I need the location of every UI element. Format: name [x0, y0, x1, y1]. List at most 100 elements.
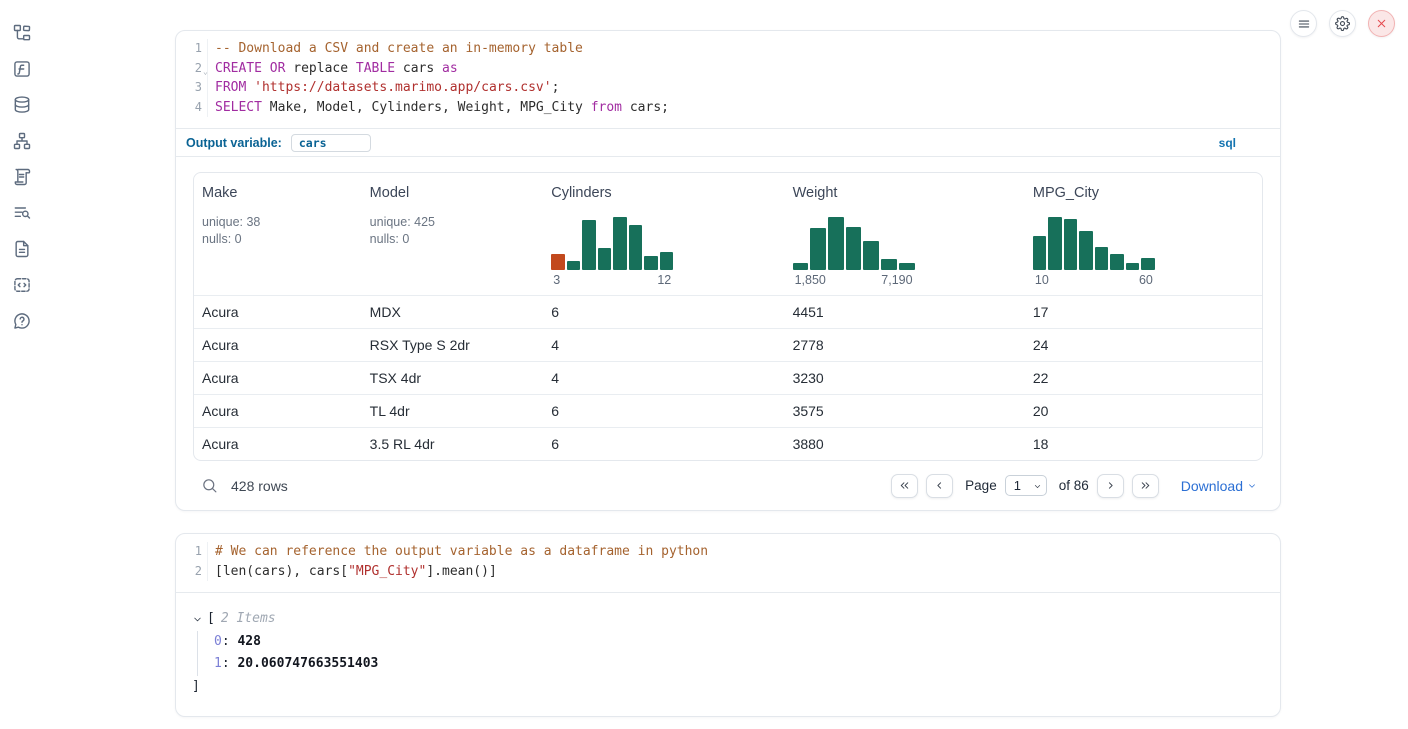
file-explorer-icon[interactable] — [10, 22, 34, 43]
output-variable-row: Output variable: sql — [176, 128, 1280, 157]
dependency-graph-icon[interactable] — [10, 130, 34, 151]
table-row[interactable]: AcuraMDX6445117 — [194, 295, 1262, 328]
documentation-icon[interactable] — [10, 238, 34, 259]
datasources-icon[interactable] — [10, 94, 34, 115]
table-cell: Acura — [194, 337, 362, 353]
first-page-button[interactable] — [891, 474, 918, 498]
histogram-max-label: 60 — [1139, 273, 1153, 287]
code-line: CREATE OR replace TABLE cars as — [215, 59, 1280, 79]
table-row[interactable]: AcuraTL 4dr6357520 — [194, 394, 1262, 427]
table-cell: 3575 — [785, 403, 1025, 419]
histogram-bar — [899, 263, 915, 270]
menu-button[interactable] — [1290, 10, 1317, 37]
table-footer: 428 rows Page 1 of 86 — [193, 461, 1263, 510]
settings-button[interactable] — [1329, 10, 1356, 37]
histogram-bar — [629, 225, 643, 270]
code-editor[interactable]: # We can reference the output variable a… — [208, 542, 1280, 581]
line-number: 2 — [176, 562, 202, 582]
histogram-bar — [1141, 258, 1155, 270]
histogram-bar — [828, 217, 844, 270]
list-item: 1: 20.060747663551403 — [214, 653, 1264, 676]
histogram-bar — [810, 228, 826, 270]
histogram-bar — [793, 263, 809, 270]
line-number: 1 — [176, 542, 202, 562]
python-cell: 12 # We can reference the output variabl… — [175, 533, 1281, 717]
column-header[interactable]: Makeunique: 38nulls: 0 — [194, 173, 362, 295]
page-label: Page — [965, 478, 997, 493]
list-output-header: [ 2 Items — [192, 608, 1264, 631]
table-cell: 4 — [543, 370, 784, 386]
table-cell: 22 — [1025, 370, 1262, 386]
histogram-bar — [1064, 219, 1078, 270]
table-row[interactable]: AcuraTSX 4dr4323022 — [194, 361, 1262, 394]
previous-page-button[interactable] — [926, 474, 953, 498]
line-number: 4 — [176, 98, 202, 118]
download-label: Download — [1181, 478, 1243, 494]
snippets-icon[interactable] — [10, 274, 34, 295]
list-output-items: 0: 4281: 20.060747663551403 — [197, 631, 1264, 676]
histogram-bar — [1110, 254, 1124, 270]
table-cell: 6 — [543, 436, 784, 452]
python-cell-output: [ 2 Items 0: 4281: 20.060747663551403 ] — [176, 592, 1280, 716]
histogram-bar — [582, 220, 596, 270]
table-cell: Acura — [194, 403, 362, 419]
histogram-bar — [598, 248, 612, 270]
shutdown-button[interactable] — [1368, 10, 1395, 37]
python-code-area: 12 # We can reference the output variabl… — [176, 534, 1280, 592]
variables-icon[interactable] — [10, 58, 34, 79]
page-total-label: of 86 — [1059, 478, 1089, 493]
language-badge: sql — [1219, 136, 1236, 150]
histogram-max-label: 7,190 — [881, 273, 912, 287]
histogram-bar — [881, 259, 897, 270]
column-name: Cylinders — [551, 185, 776, 201]
table-cell: 3.5 RL 4dr — [362, 436, 544, 452]
search-button[interactable] — [199, 475, 220, 496]
code-editor[interactable]: -- Download a CSV and create an in-memor… — [208, 39, 1280, 117]
histogram-bar — [644, 256, 658, 270]
last-page-button[interactable] — [1132, 474, 1159, 498]
notebook-actions — [1290, 10, 1395, 37]
table-cell: TL 4dr — [362, 403, 544, 419]
chevrons-right-icon — [1139, 479, 1152, 492]
histogram-min-label: 10 — [1035, 273, 1049, 287]
column-header[interactable]: Modelunique: 425nulls: 0 — [362, 173, 544, 295]
code-line: SELECT Make, Model, Cylinders, Weight, M… — [215, 98, 1280, 118]
data-table: Makeunique: 38nulls: 0Modelunique: 425nu… — [193, 172, 1263, 461]
gear-icon — [1335, 16, 1350, 31]
table-cell: Acura — [194, 436, 362, 452]
column-name: Make — [202, 185, 354, 201]
line-number-gutter: 12⌄34 — [176, 39, 208, 117]
table-cell: 6 — [543, 304, 784, 320]
fold-chevron-icon[interactable]: ⌄ — [203, 62, 208, 82]
collapse-chevron-icon[interactable] — [192, 614, 203, 625]
help-icon[interactable] — [10, 310, 34, 331]
download-button[interactable]: Download — [1181, 478, 1257, 494]
items-count-label: 2 Items — [221, 608, 276, 631]
column-header[interactable]: Weight1,8507,190 — [785, 173, 1025, 295]
sql-cell-output: Makeunique: 38nulls: 0Modelunique: 425nu… — [176, 157, 1280, 510]
hamburger-icon — [1297, 17, 1311, 31]
histogram-bar — [660, 252, 674, 270]
column-header[interactable]: Cylinders312 — [543, 173, 784, 295]
histogram-bar — [1033, 236, 1047, 270]
column-name: MPG_City — [1033, 185, 1254, 201]
table-body: AcuraMDX6445117AcuraRSX Type S 2dr427782… — [194, 295, 1262, 460]
column-header[interactable]: MPG_City 10 60 — [1025, 173, 1262, 295]
code-line: [len(cars), cars["MPG_City"].mean()] — [215, 562, 1280, 582]
logs-icon[interactable] — [10, 202, 34, 223]
page-select[interactable]: 1 — [1005, 475, 1047, 496]
table-row[interactable]: Acura3.5 RL 4dr6388018 — [194, 427, 1262, 460]
table-cell: 4 — [543, 337, 784, 353]
scratchpad-icon[interactable] — [10, 166, 34, 187]
next-page-button[interactable] — [1097, 474, 1124, 498]
output-variable-input[interactable] — [291, 134, 371, 152]
page-select-wrap: 1 — [1005, 475, 1047, 496]
chevrons-left-icon — [898, 479, 911, 492]
chevron-right-icon — [1104, 479, 1117, 492]
histogram-bar — [1126, 263, 1140, 270]
table-cell: MDX — [362, 304, 544, 320]
table-row[interactable]: AcuraRSX Type S 2dr4277824 — [194, 328, 1262, 361]
list-item: 0: 428 — [214, 631, 1264, 654]
table-cell: Acura — [194, 304, 362, 320]
list-item-value: 20.060747663551403 — [237, 656, 378, 671]
